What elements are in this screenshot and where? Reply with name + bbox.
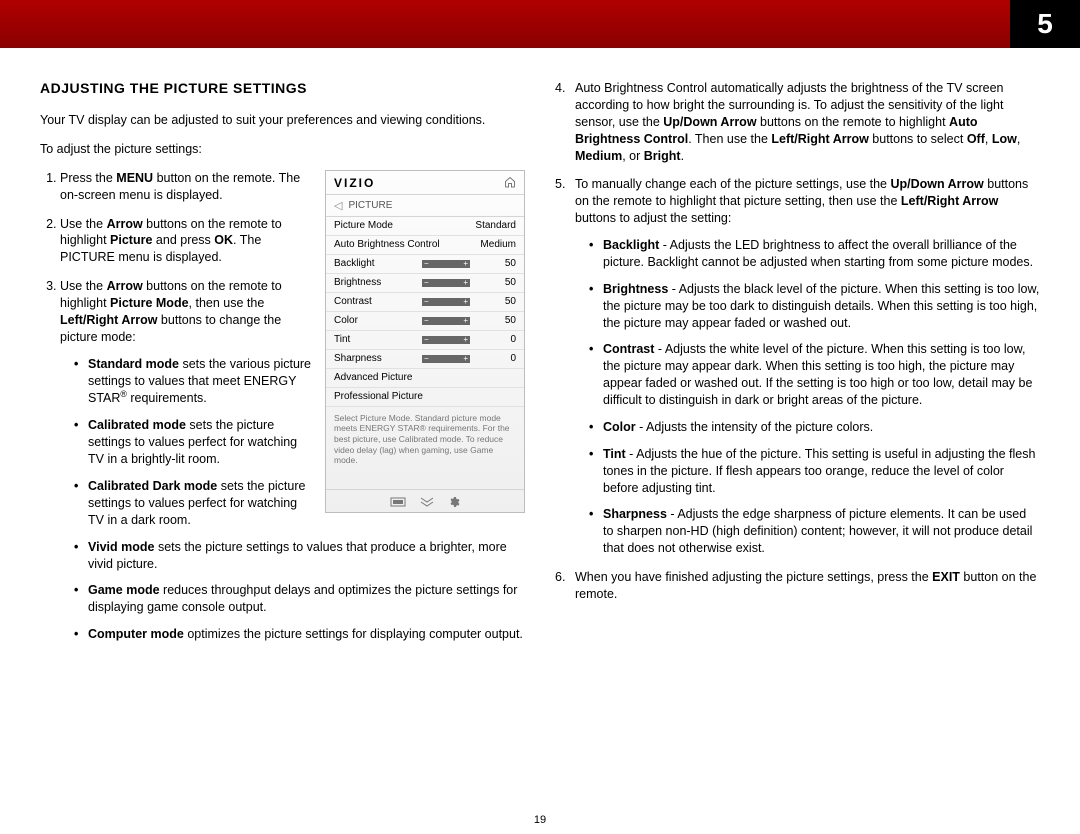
mode-list: Standard mode sets the various picture s… [60,356,525,643]
mode-vivid: Vivid mode sets the picture settings to … [74,539,525,573]
home-icon [504,176,516,191]
mode-standard: Standard mode sets the various picture s… [74,356,525,408]
setting-tint: Tint - Adjusts the hue of the picture. T… [589,446,1040,497]
osd-row-value: 0 [474,334,516,345]
section-title: ADJUSTING THE PICTURE SETTINGS [40,80,525,96]
osd-row-label: Brightness [334,277,422,288]
osd-row-label: Tint [334,334,422,345]
right-column: Auto Brightness Control automatically ad… [555,80,1040,655]
osd-row: Auto Brightness ControlMedium [326,236,524,255]
osd-title-bar: VIZIO [326,171,524,195]
osd-row: Picture ModeStandard [326,217,524,236]
header-bar: 5 [0,0,1080,48]
slider-icon: −+ [422,260,470,268]
osd-row: Tint−+ 0 [326,331,524,350]
slider-icon: −+ [422,279,470,287]
mode-calibrated: Calibrated mode sets the picture setting… [74,417,525,468]
chapter-number: 5 [1010,0,1080,48]
step-4: Auto Brightness Control automatically ad… [575,80,1040,164]
intro-paragraph: Your TV display can be adjusted to suit … [40,112,525,129]
mode-game: Game mode reduces throughput delays and … [74,582,525,616]
page-number: 19 [0,814,1080,826]
osd-row-label: Auto Brightness Control [334,239,474,250]
osd-row-value: 50 [474,315,516,326]
left-column: ADJUSTING THE PICTURE SETTINGS Your TV d… [40,80,525,655]
back-icon: ◁ [334,199,342,212]
osd-row: Contrast−+ 50 [326,293,524,312]
osd-row-value: 50 [474,296,516,307]
osd-row-label: Picture Mode [334,220,474,231]
osd-breadcrumb: ◁ PICTURE [326,195,524,217]
osd-row-label: Contrast [334,296,422,307]
setting-contrast: Contrast - Adjusts the white level of th… [589,341,1040,409]
steps-list-right: Auto Brightness Control automatically ad… [555,80,1040,603]
step-5: To manually change each of the picture s… [575,176,1040,557]
osd-row-label: Backlight [334,258,422,269]
setting-sharpness: Sharpness - Adjusts the edge sharpness o… [589,506,1040,557]
settings-list: Backlight - Adjusts the LED brightness t… [575,237,1040,557]
intro-lead: To adjust the picture settings: [40,141,525,158]
setting-color: Color - Adjusts the intensity of the pic… [589,419,1040,436]
step-6: When you have finished adjusting the pic… [575,569,1040,603]
osd-row-label: Color [334,315,422,326]
osd-row: Backlight−+ 50 [326,255,524,274]
slider-icon: −+ [422,317,470,325]
mode-computer: Computer mode optimizes the picture sett… [74,626,525,643]
osd-row-value: 50 [474,277,516,288]
mode-calibrated-dark: Calibrated Dark mode sets the picture se… [74,478,525,529]
osd-row-value: 50 [474,258,516,269]
slider-icon: −+ [422,336,470,344]
page-content: ADJUSTING THE PICTURE SETTINGS Your TV d… [0,48,1080,665]
osd-logo: VIZIO [334,176,375,190]
slider-icon: −+ [422,298,470,306]
osd-row-value: Medium [474,239,516,250]
setting-brightness: Brightness - Adjusts the black level of … [589,281,1040,332]
osd-row: Brightness−+ 50 [326,274,524,293]
osd-row: Color−+ 50 [326,312,524,331]
setting-backlight: Backlight - Adjusts the LED brightness t… [589,237,1040,271]
osd-row-value: Standard [474,220,516,231]
osd-crumb-label: PICTURE [348,200,392,211]
